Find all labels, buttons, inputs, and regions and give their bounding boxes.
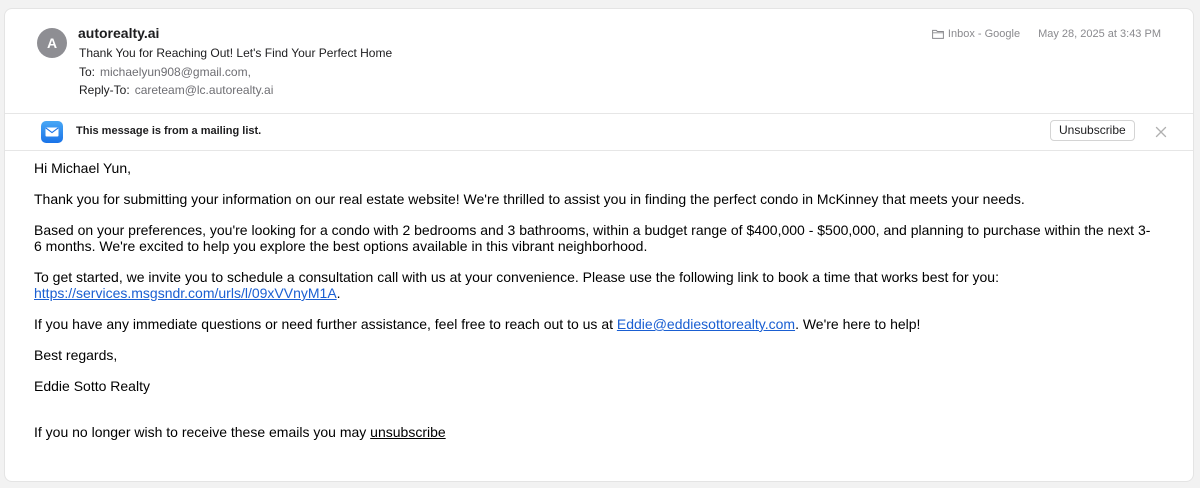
reply-to-label: Reply-To: [79, 83, 130, 97]
reply-to-address[interactable]: careteam@lc.autorealty.ai [135, 83, 274, 97]
email-body: Hi Michael Yun, Thank you for submitting… [34, 160, 1154, 409]
paragraph-text: If you have any immediate questions or n… [34, 316, 617, 332]
paragraph-text: . We're here to help! [795, 316, 921, 332]
footer-text: If you no longer wish to receive these e… [34, 424, 371, 440]
email-subject: Thank You for Reaching Out! Let's Find Y… [79, 46, 393, 60]
close-icon[interactable] [1154, 125, 1168, 139]
mailing-list-notice: This message is from a mailing list. [76, 125, 262, 137]
body-paragraph: Thank you for submitting your informatio… [34, 191, 1025, 207]
to-label: To: [79, 65, 96, 79]
footer-unsubscribe: If you no longer wish to receive these e… [34, 424, 446, 440]
mailing-list-banner: This message is from a mailing list. Uns… [5, 114, 1193, 151]
message-meta: Inbox - Google May 28, 2025 at 3:43 PM [932, 28, 1161, 40]
signature: Eddie Sotto Realty [34, 378, 150, 394]
to-row: To: michaelyun908@gmail.com, [79, 65, 251, 79]
paragraph-punctuation: . [336, 285, 341, 301]
greeting: Hi Michael Yun, [34, 160, 132, 176]
unsubscribe-button[interactable]: Unsubscribe [1050, 120, 1135, 141]
body-paragraph: Based on your preferences, you're lookin… [34, 222, 1151, 254]
unsubscribe-link[interactable]: unsubscribe [370, 424, 446, 440]
sender-name: autorealty.ai [78, 25, 160, 41]
body-paragraph: If you have any immediate questions or n… [34, 316, 1154, 332]
reply-to-row: Reply-To: careteam@lc.autorealty.ai [79, 83, 273, 97]
email-link[interactable]: Eddie@eddiesottorealty.com [617, 316, 795, 332]
to-address[interactable]: michaelyun908@gmail.com, [100, 65, 251, 79]
booking-link[interactable]: https://services.msgsndr.com/urls/l/09xV… [34, 285, 337, 301]
email-header: A autorealty.ai Thank You for Reaching O… [5, 9, 1193, 114]
mail-envelope-icon [41, 121, 63, 143]
folder-icon [932, 29, 944, 39]
avatar: A [37, 28, 67, 58]
closing: Best regards, [34, 347, 118, 363]
message-date: May 28, 2025 at 3:43 PM [1038, 28, 1161, 40]
mailbox-folder[interactable]: Inbox - Google [948, 28, 1020, 40]
body-paragraph: To get started, we invite you to schedul… [34, 269, 1154, 301]
paragraph-text: To get started, we invite you to schedul… [34, 269, 999, 285]
